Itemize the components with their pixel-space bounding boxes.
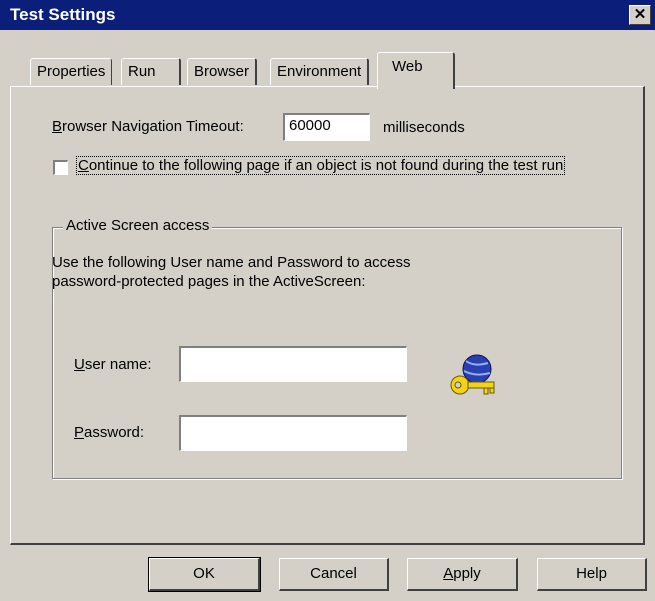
tab-environment[interactable]: Environment [270, 58, 370, 85]
tab-label: Environment [277, 63, 362, 80]
tab-panel-web [10, 86, 645, 545]
tab-label: Web [392, 58, 423, 75]
active-screen-title: Active Screen access [63, 217, 213, 234]
help-button[interactable]: Help [537, 558, 647, 591]
active-screen-description-line1: Use the following User name and Password… [52, 254, 411, 271]
timeout-unit-label: milliseconds [383, 119, 465, 136]
cancel-button[interactable]: Cancel [279, 558, 389, 591]
username-input[interactable] [179, 346, 407, 382]
timeout-input[interactable]: 60000 [283, 113, 370, 141]
window-title: Test Settings [10, 5, 116, 24]
ok-button[interactable]: OK [148, 557, 261, 592]
password-input[interactable] [179, 415, 407, 451]
tab-properties[interactable]: Properties [30, 58, 113, 85]
close-icon: ✕ [633, 6, 647, 23]
continue-checkbox[interactable] [53, 160, 68, 175]
apply-button[interactable]: Apply [407, 558, 518, 591]
password-label: Password: [74, 424, 145, 441]
tab-label: Browser [194, 63, 250, 80]
active-screen-description-line2: password-protected pages in the ActiveSc… [52, 273, 366, 290]
tab-run[interactable]: Run [121, 58, 181, 85]
timeout-value: 60000 [289, 117, 331, 134]
username-label: User name: [74, 356, 152, 373]
timeout-label: Browser Navigation Timeout: [52, 118, 244, 135]
continue-label[interactable]: Continue to the following page if an obj… [75, 156, 566, 175]
close-button[interactable]: ✕ [629, 5, 651, 25]
tab-browser[interactable]: Browser [187, 58, 258, 85]
title-bar: Test Settings ✕ [0, 0, 655, 30]
key-globe-icon [444, 349, 500, 403]
tab-label: Properties [37, 63, 106, 80]
tab-label: Run [128, 63, 156, 80]
tab-web[interactable]: Web [377, 52, 455, 89]
